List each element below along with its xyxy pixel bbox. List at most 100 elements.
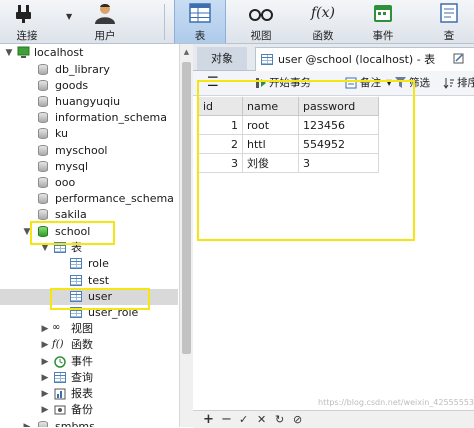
expand-chevron-icon[interactable]: ▶ [40, 370, 50, 386]
query-icon [440, 3, 458, 23]
tree-connection-localhost[interactable]: ▼ localhost [0, 45, 178, 61]
tree-group-label: 查询 [71, 371, 93, 384]
query-button[interactable]: 查 [424, 0, 474, 43]
scrollbar-thumb[interactable] [182, 62, 191, 354]
tree-db-item[interactable]: huangyuqiu [0, 94, 178, 110]
expand-chevron-icon[interactable]: ▶ [40, 321, 50, 337]
tree-backups-group[interactable]: ▶ 备份 [0, 402, 178, 418]
tree-reports-group[interactable]: ▶ 报表 [0, 386, 178, 402]
tree-db-item[interactable]: ku [0, 126, 178, 142]
collapse-chevron-icon[interactable]: ▼ [22, 224, 32, 240]
stop-icon[interactable]: ⊘ [293, 411, 302, 428]
cell-password[interactable]: 3 [299, 154, 379, 173]
report-icon [54, 388, 66, 400]
tree-db-item[interactable]: myschool [0, 143, 178, 159]
tree-db-item[interactable]: mysql [0, 159, 178, 175]
expand-chevron-icon[interactable]: ▶ [40, 386, 50, 402]
sort-label: 排序 [457, 77, 474, 89]
cell-id[interactable]: 1 [199, 116, 243, 135]
menu-icon[interactable]: ☰ [207, 74, 219, 92]
grid-toolbar: ☰ 开始事务 备注 ▼ 筛选 排序 [193, 71, 474, 96]
tree-group-label: 备份 [71, 403, 93, 416]
tab-user-table-label: user @school (localhost) - 表 [278, 53, 436, 66]
tree-functions-group[interactable]: ▶ f() 函数 [0, 337, 178, 353]
tree-queries-group[interactable]: ▶ 查询 [0, 370, 178, 386]
tree-db-school[interactable]: ▼ school [0, 224, 178, 240]
event-icon [374, 5, 392, 22]
note-dropdown-chevron-icon[interactable]: ▼ [386, 74, 392, 92]
tree-db-item[interactable]: ooo [0, 175, 178, 191]
toolbar-separator [164, 4, 165, 40]
tree-scrollbar[interactable]: ▲ [179, 44, 193, 427]
tree-tables-group[interactable]: ▼ 表 [0, 240, 178, 256]
watermark: https://blog.csdn.net/weixin_42555553 [318, 398, 474, 407]
cell-name[interactable]: 刘俊 [243, 154, 299, 173]
event-button[interactable]: 事件 [358, 0, 408, 43]
tree-table-user-role[interactable]: user_role [0, 305, 178, 321]
column-header-id[interactable]: id [199, 97, 243, 116]
navigator-tree: ▼ localhost db_library goods huangyuqiu … [0, 44, 178, 427]
expand-chevron-icon[interactable]: ▶ [22, 419, 32, 427]
column-header-password[interactable]: password [299, 97, 379, 116]
cell-id[interactable]: 2 [199, 135, 243, 154]
view-button[interactable]: 视图 [236, 0, 286, 43]
connect-button[interactable]: 连接 [2, 0, 52, 43]
user-label: 用户 [94, 30, 116, 42]
tree-db-label: goods [55, 79, 89, 92]
cell-password[interactable]: 554952 [299, 135, 379, 154]
tree-db-item[interactable]: sakila [0, 207, 178, 223]
collapse-chevron-icon[interactable]: ▼ [4, 45, 14, 61]
table-label: 表 [194, 30, 206, 42]
glasses-icon [249, 9, 273, 21]
database-icon [38, 112, 48, 123]
table-icon [70, 307, 82, 318]
tree-table-label: user [88, 290, 112, 303]
discard-changes-icon[interactable]: ✕ [257, 411, 266, 428]
tree-views-group[interactable]: ▶ ∞ 视图 [0, 321, 178, 337]
scroll-up-arrow-icon[interactable]: ▲ [180, 46, 193, 58]
tree-table-label: test [88, 274, 110, 287]
tab-objects[interactable]: 对象 [197, 47, 247, 70]
database-icon [38, 209, 48, 220]
tree-db-label: ku [55, 127, 69, 140]
connect-dropdown-chevron-icon[interactable]: ▼ [66, 12, 72, 21]
cell-name[interactable]: httl [243, 135, 299, 154]
user-button[interactable]: 用户 [80, 0, 130, 43]
function-icon: f(x) [310, 5, 335, 21]
add-record-icon[interactable]: + [203, 411, 214, 428]
expand-chevron-icon[interactable]: ▶ [40, 402, 50, 418]
tree-table-role[interactable]: role [0, 256, 178, 272]
table-button[interactable]: 表 [174, 0, 226, 43]
tree-table-label: user_role [88, 306, 139, 319]
cell-password[interactable]: 123456 [299, 116, 379, 135]
tree-connection-label: localhost [34, 46, 84, 59]
expand-chevron-icon[interactable]: ▶ [40, 337, 50, 353]
tree-tables-group-label: 表 [71, 241, 82, 254]
tree-table-test[interactable]: test [0, 273, 178, 289]
tree-db-item[interactable]: db_library [0, 62, 178, 78]
cell-name[interactable]: root [243, 116, 299, 135]
tree-db-item[interactable]: goods [0, 78, 178, 94]
tree-table-user[interactable]: user [0, 289, 178, 305]
tree-db-item[interactable]: ▶ smbms [0, 419, 178, 427]
apply-changes-icon[interactable]: ✓ [239, 411, 248, 428]
tree-db-item[interactable]: performance_schema [0, 191, 178, 207]
database-icon [38, 177, 48, 188]
expand-chevron-icon[interactable]: ▶ [40, 354, 50, 370]
event-label: 事件 [372, 30, 394, 42]
event-icon [54, 356, 66, 368]
function-button[interactable]: f(x) 函数 [298, 0, 348, 43]
tree-db-label: performance_schema [55, 192, 174, 205]
delete-record-icon[interactable]: − [221, 411, 232, 428]
database-open-icon [38, 226, 48, 237]
tree-group-label: 事件 [71, 355, 93, 368]
collapse-chevron-icon[interactable]: ▼ [40, 240, 50, 256]
tab-overflow-icon[interactable] [453, 52, 465, 64]
refresh-icon[interactable]: ↻ [275, 411, 284, 428]
tree-events-group[interactable]: ▶ 事件 [0, 354, 178, 370]
tab-user-table[interactable]: user @school (localhost) - 表 [255, 47, 474, 71]
column-header-name[interactable]: name [243, 97, 299, 116]
backup-icon [54, 405, 66, 415]
cell-id[interactable]: 3 [199, 154, 243, 173]
tree-db-item[interactable]: information_schema [0, 110, 178, 126]
